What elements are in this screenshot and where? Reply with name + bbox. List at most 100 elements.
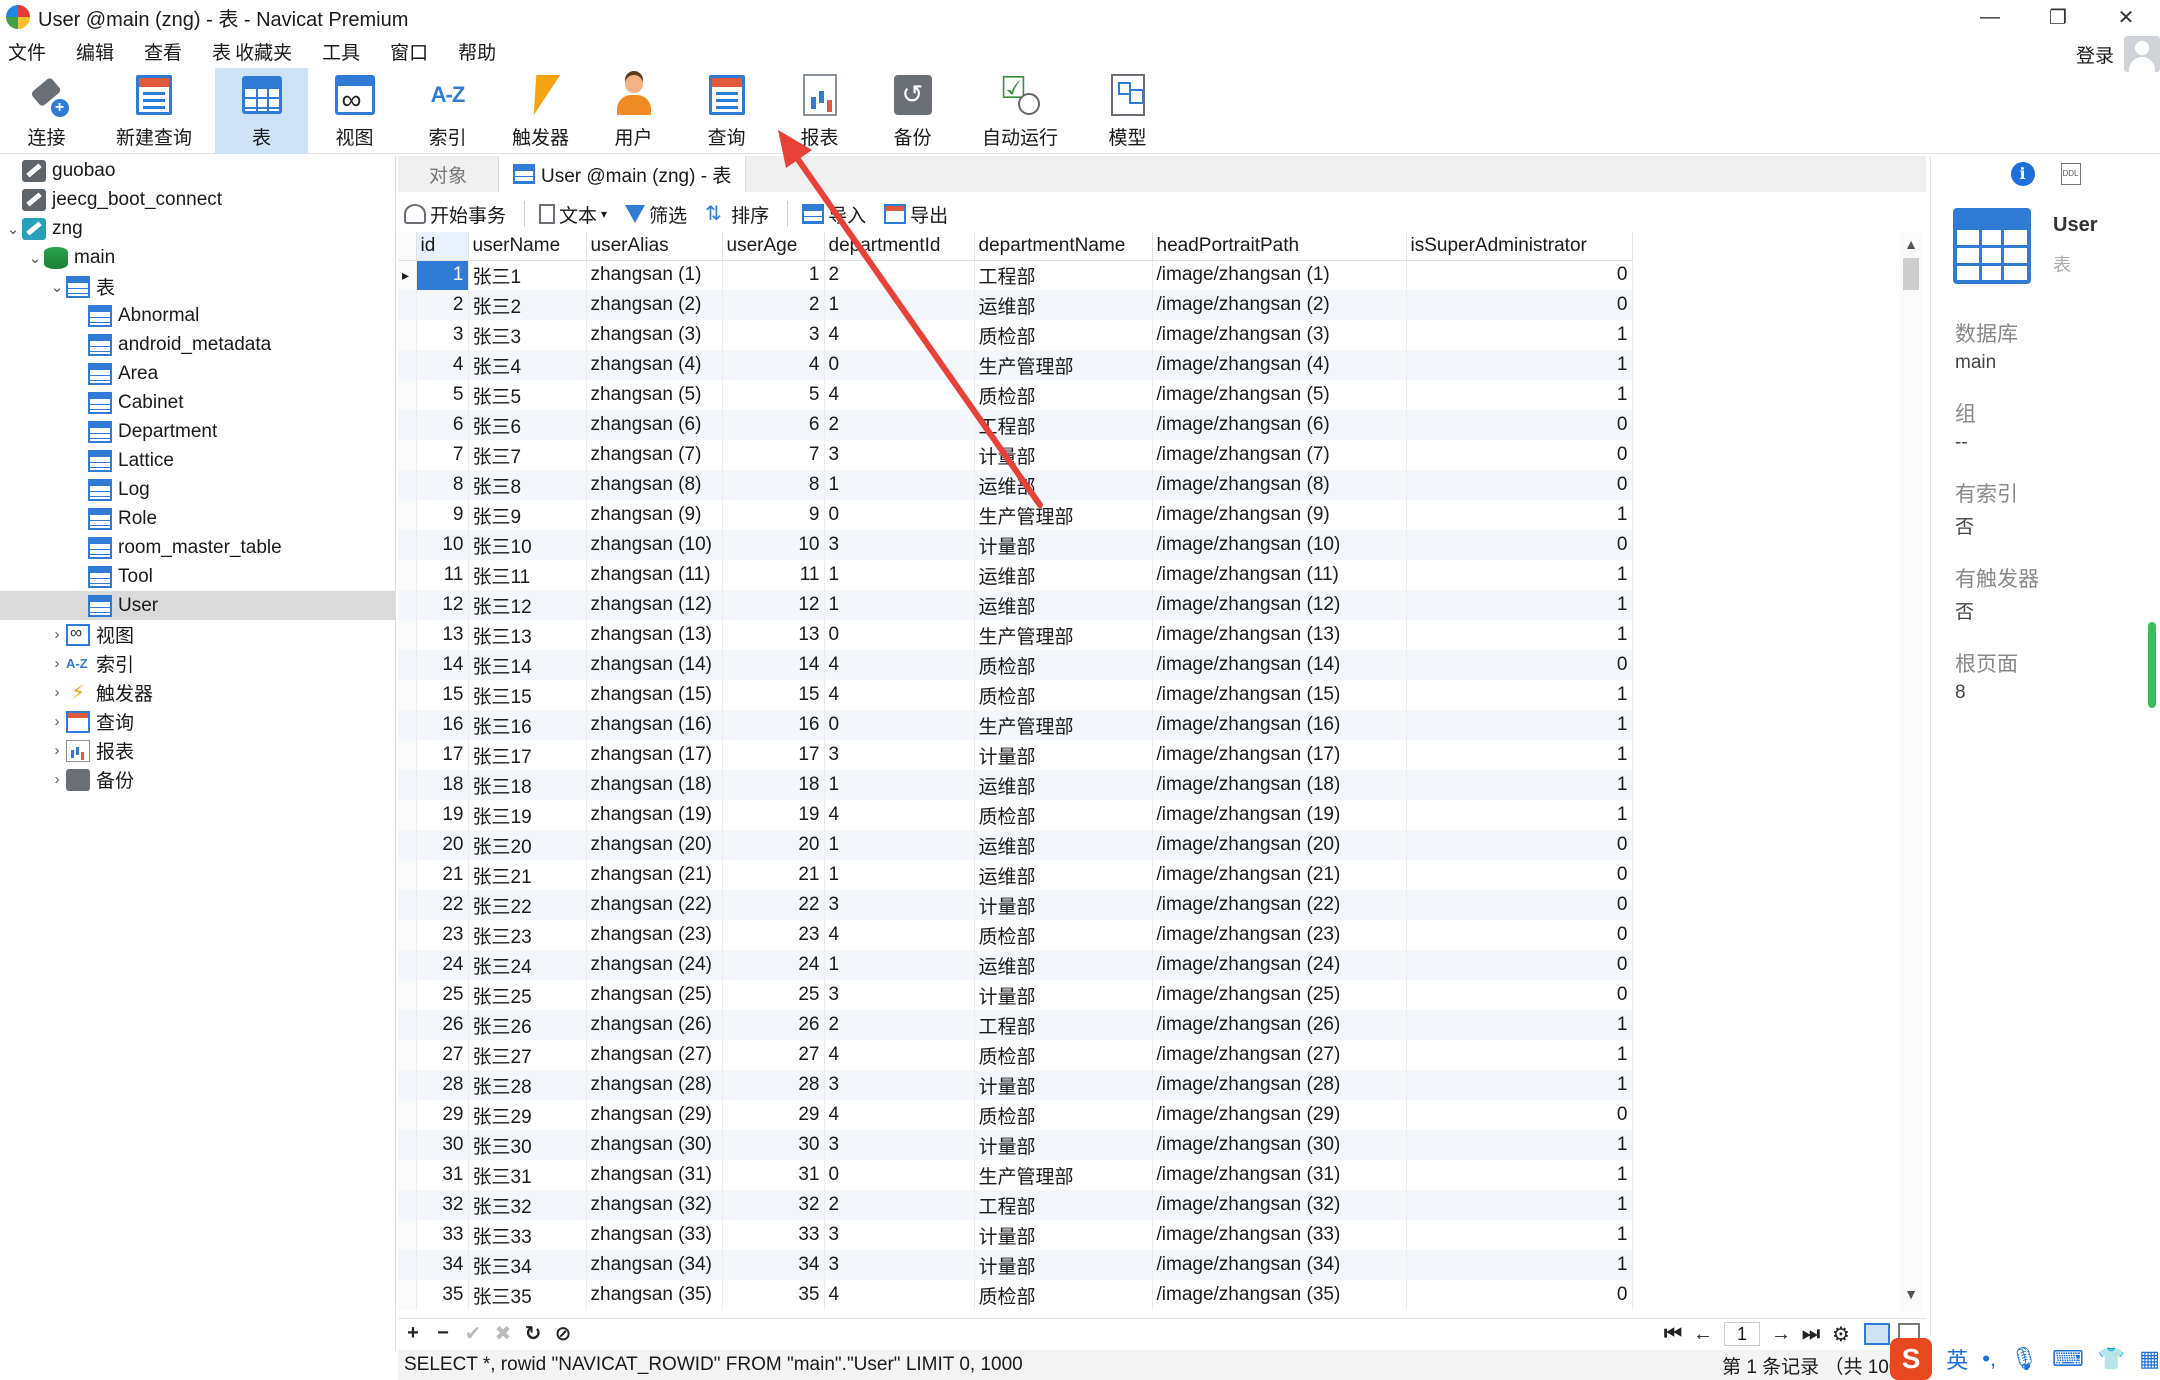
cell-id[interactable]: 7: [416, 440, 469, 470]
row-header[interactable]: [398, 830, 417, 860]
skin-icon[interactable]: 👕: [2098, 1346, 2125, 1372]
cell-userName[interactable]: 张三34: [468, 1250, 587, 1280]
cell-userName[interactable]: 张三29: [468, 1100, 587, 1130]
cell-id[interactable]: 12: [416, 590, 469, 620]
cell-id[interactable]: 8: [416, 470, 469, 500]
cell-id[interactable]: 23: [416, 920, 469, 950]
menu-window[interactable]: 窗口: [382, 38, 436, 65]
cell-headPortraitPath[interactable]: /image/zhangsan (12): [1152, 590, 1407, 620]
cell-userAlias[interactable]: zhangsan (24): [586, 950, 723, 980]
cell-departmentName[interactable]: 计量部: [974, 1220, 1153, 1250]
cell-userAlias[interactable]: zhangsan (5): [586, 380, 723, 410]
menu-help[interactable]: 帮助: [450, 38, 504, 65]
add-record-button[interactable]: +: [398, 1322, 428, 1345]
cell-isSuperAdministrator[interactable]: 0: [1406, 950, 1633, 980]
row-header[interactable]: [398, 650, 417, 680]
cell-isSuperAdministrator[interactable]: 1: [1406, 380, 1633, 410]
row-header[interactable]: [398, 740, 417, 770]
table-row[interactable]: 4 张三4 zhangsan (4) 4 0 生产管理部/image/zhangsan (…: [398, 350, 1633, 380]
cell-id[interactable]: 27: [416, 1040, 469, 1070]
cell-departmentName[interactable]: 运维部: [974, 560, 1153, 590]
table-row[interactable]: 20 张三20 zhangsan (20) 20 1 运维部/image/zhangsan…: [398, 830, 1633, 860]
cell-userAlias[interactable]: zhangsan (35): [586, 1280, 723, 1310]
cell-isSuperAdministrator[interactable]: 0: [1406, 830, 1633, 860]
table-row[interactable]: 12 张三12 zhangsan (12) 12 1 运维部/image/zhangsan…: [398, 590, 1633, 620]
cell-userAge[interactable]: 23: [722, 920, 825, 950]
cell-headPortraitPath[interactable]: /image/zhangsan (26): [1152, 1010, 1407, 1040]
cell-isSuperAdministrator[interactable]: 1: [1406, 800, 1633, 830]
cell-id[interactable]: 11: [416, 560, 469, 590]
menu-edit[interactable]: 编辑: [68, 38, 122, 65]
cell-userAlias[interactable]: zhangsan (4): [586, 350, 723, 380]
table-row[interactable]: 22 张三22 zhangsan (22) 22 3 计量部/image/zhangsan…: [398, 890, 1633, 920]
cell-isSuperAdministrator[interactable]: 0: [1406, 530, 1633, 560]
cell-headPortraitPath[interactable]: /image/zhangsan (20): [1152, 830, 1407, 860]
table-row[interactable]: 33 张三33 zhangsan (33) 33 3 计量部/image/zhangsan…: [398, 1220, 1633, 1250]
cell-id[interactable]: 14: [416, 650, 469, 680]
cell-userAlias[interactable]: zhangsan (16): [586, 710, 723, 740]
tree-item[interactable]: › 查询: [0, 707, 395, 736]
table-row[interactable]: 7 张三7 zhangsan (7) 7 3 计量部/image/zhangsan (7)…: [398, 440, 1633, 470]
cell-userAge[interactable]: 19: [722, 800, 825, 830]
row-header[interactable]: [398, 320, 417, 350]
cell-userName[interactable]: 张三17: [468, 740, 587, 770]
cell-headPortraitPath[interactable]: /image/zhangsan (3): [1152, 320, 1407, 350]
cell-userAlias[interactable]: zhangsan (25): [586, 980, 723, 1010]
cell-departmentId[interactable]: 1: [824, 830, 975, 860]
tree-item[interactable]: jeecg_boot_connect: [0, 185, 395, 214]
cell-isSuperAdministrator[interactable]: 1: [1406, 740, 1633, 770]
cell-departmentId[interactable]: 0: [824, 710, 975, 740]
cell-userName[interactable]: 张三18: [468, 770, 587, 800]
table-row[interactable]: 30 张三30 zhangsan (30) 30 3 计量部/image/zhangsan…: [398, 1130, 1633, 1160]
chevron-down-icon[interactable]: ⌄: [4, 220, 22, 238]
cell-userName[interactable]: 张三35: [468, 1280, 587, 1310]
cell-userAge[interactable]: 31: [722, 1160, 825, 1190]
cell-headPortraitPath[interactable]: /image/zhangsan (35): [1152, 1280, 1407, 1310]
cell-id[interactable]: 33: [416, 1220, 469, 1250]
table-row[interactable]: 11 张三11 zhangsan (11) 11 1 运维部/image/zhangsan…: [398, 560, 1633, 590]
tree-item[interactable]: Tool: [0, 562, 395, 591]
sogou-logo-icon[interactable]: S: [1890, 1338, 1933, 1380]
cell-departmentName[interactable]: 运维部: [974, 770, 1153, 800]
cell-isSuperAdministrator[interactable]: 1: [1406, 710, 1633, 740]
cell-userAge[interactable]: 33: [722, 1220, 825, 1250]
cell-departmentId[interactable]: 3: [824, 530, 975, 560]
cell-departmentId[interactable]: 4: [824, 1280, 975, 1310]
cell-departmentId[interactable]: 2: [824, 260, 975, 290]
cell-headPortraitPath[interactable]: /image/zhangsan (27): [1152, 1040, 1407, 1070]
cell-userName[interactable]: 张三4: [468, 350, 587, 380]
table-row[interactable]: 18 张三18 zhangsan (18) 18 1 运维部/image/zhangsan…: [398, 770, 1633, 800]
cell-userAge[interactable]: 28: [722, 1070, 825, 1100]
row-header[interactable]: [398, 1190, 417, 1220]
cell-headPortraitPath[interactable]: /image/zhangsan (11): [1152, 560, 1407, 590]
toolbar-query-button[interactable]: 查询: [680, 68, 773, 154]
cell-id[interactable]: 28: [416, 1070, 469, 1100]
cell-departmentName[interactable]: 质检部: [974, 1100, 1153, 1130]
cell-isSuperAdministrator[interactable]: 1: [1406, 320, 1633, 350]
close-button[interactable]: ✕: [2092, 0, 2160, 34]
cell-isSuperAdministrator[interactable]: 1: [1406, 620, 1633, 650]
tree-item[interactable]: Abnormal: [0, 301, 395, 330]
table-row[interactable]: 26 张三26 zhangsan (26) 26 2 工程部/image/zhangsan…: [398, 1010, 1633, 1040]
cell-id[interactable]: 21: [416, 860, 469, 890]
cell-departmentId[interactable]: 0: [824, 1160, 975, 1190]
cell-headPortraitPath[interactable]: /image/zhangsan (30): [1152, 1130, 1407, 1160]
cell-headPortraitPath[interactable]: /image/zhangsan (15): [1152, 680, 1407, 710]
cell-userAlias[interactable]: zhangsan (18): [586, 770, 723, 800]
cell-departmentName[interactable]: 工程部: [974, 1190, 1153, 1220]
cell-id[interactable]: 9: [416, 500, 469, 530]
cell-headPortraitPath[interactable]: /image/zhangsan (31): [1152, 1160, 1407, 1190]
cell-id[interactable]: 10: [416, 530, 469, 560]
cell-departmentName[interactable]: 生产管理部: [974, 710, 1153, 740]
cell-userAlias[interactable]: zhangsan (15): [586, 680, 723, 710]
table-row[interactable]: 23 张三23 zhangsan (23) 23 4 质检部/image/zhangsan…: [398, 920, 1633, 950]
cell-departmentId[interactable]: 3: [824, 1250, 975, 1280]
cell-userName[interactable]: 张三23: [468, 920, 587, 950]
table-row[interactable]: 6 张三6 zhangsan (6) 6 2 工程部/image/zhangsan (6)…: [398, 410, 1633, 440]
cell-userAge[interactable]: 22: [722, 890, 825, 920]
cell-userAlias[interactable]: zhangsan (26): [586, 1010, 723, 1040]
grid-view-icon[interactable]: [1864, 1323, 1890, 1345]
discard-changes-button[interactable]: ✖: [488, 1321, 518, 1346]
cell-departmentId[interactable]: 4: [824, 680, 975, 710]
tree-item[interactable]: › ⚡ 触发器: [0, 678, 395, 707]
